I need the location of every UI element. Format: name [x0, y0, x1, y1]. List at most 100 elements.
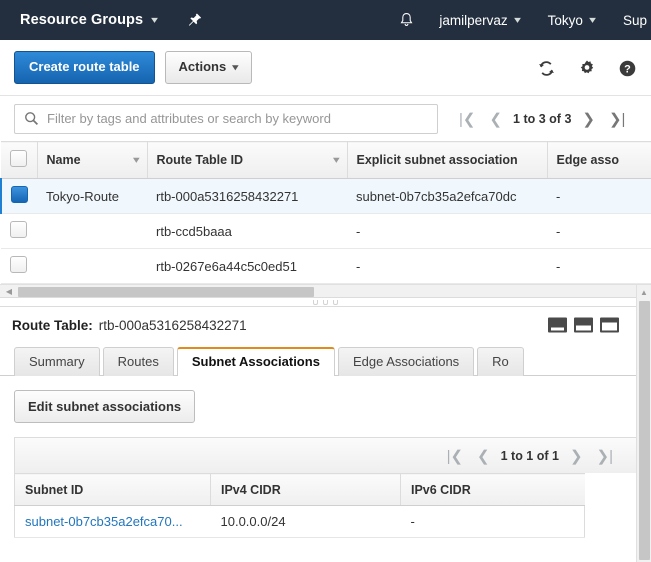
select-all-checkbox[interactable]: [10, 150, 27, 167]
row-select-checkbox[interactable]: [10, 256, 27, 273]
row-select-checkbox[interactable]: [11, 186, 28, 203]
resize-grip-dot: [333, 299, 338, 305]
panel-resize-handle[interactable]: [0, 298, 651, 307]
support-menu[interactable]: Sup: [609, 0, 651, 40]
cell-name: [37, 213, 147, 249]
refresh-icon[interactable]: [537, 59, 556, 78]
cell-route-table-id: rtb-ccd5baaa: [147, 213, 347, 249]
ipv6-cidr-cell: -: [400, 505, 585, 538]
row-checkbox-cell[interactable]: [1, 213, 37, 249]
top-navigation-bar: Resource Groups ▾ jamilpervaz ▾ Tokyo ▾ …: [0, 0, 651, 40]
tab-summary[interactable]: Summary: [14, 347, 100, 376]
row-checkbox-cell[interactable]: [1, 248, 37, 284]
subnet-id-link[interactable]: subnet-0b7cb35a2efca70...: [25, 514, 183, 529]
grid-header-explicit-subnet-association[interactable]: Explicit subnet association: [347, 141, 548, 179]
detail-tabs: Summary Routes Subnet Associations Edge …: [0, 343, 651, 377]
grid-body: Tokyo-Route rtb-000a5316258432271 subnet…: [0, 178, 651, 284]
table-row[interactable]: rtb-ccd5baaa - -: [1, 213, 651, 249]
resource-groups-menu[interactable]: Resource Groups ▾: [20, 12, 159, 28]
inner-pagination-next-button[interactable]: ❯: [563, 447, 590, 465]
region-menu[interactable]: Tokyo ▾: [534, 0, 609, 40]
detail-route-table-id: rtb-000a5316258432271: [98, 317, 247, 333]
nav-left-group: Resource Groups ▾: [0, 12, 202, 28]
pushpin-icon[interactable]: [187, 12, 202, 28]
cell-name: [37, 248, 147, 284]
subnet-id-cell: subnet-0b7cb35a2efca70...: [14, 505, 211, 538]
edit-subnet-associations-button[interactable]: Edit subnet associations: [14, 390, 196, 423]
page-vertical-scrollbar[interactable]: ▲: [636, 285, 651, 562]
route-tables-grid: Name ▾ Route Table ID ▾ Explicit subnet …: [0, 141, 651, 284]
layout-medium-icon[interactable]: [574, 317, 593, 333]
tab-subnet-associations[interactable]: Subnet Associations: [176, 347, 335, 377]
region-menu-label: Tokyo: [547, 12, 583, 28]
user-menu-label: jamilpervaz: [439, 12, 508, 28]
scroll-up-arrow-icon[interactable]: ▲: [637, 285, 651, 299]
subnet-associations-table: Subnet ID IPv4 CIDR IPv6 CIDR subnet-0b7…: [14, 473, 585, 538]
route-tables-grid-wrapper: Name ▾ Route Table ID ▾ Explicit subnet …: [0, 141, 651, 307]
detail-panel-header: Route Table: rtb-000a5316258432271: [0, 307, 651, 343]
tab-route-propagation[interactable]: Ro: [477, 347, 524, 376]
toolbar-icon-group: ?: [537, 40, 637, 96]
pagination-next-button[interactable]: ❯: [575, 110, 602, 128]
pagination-last-button[interactable]: ❯|: [602, 110, 632, 128]
chevron-down-icon: ▾: [151, 14, 159, 26]
tab-routes[interactable]: Routes: [102, 347, 174, 376]
inner-pagination-prev-button[interactable]: ❮: [470, 447, 497, 465]
subnet-table-header-ipv6-cidr: IPv6 CIDR: [400, 473, 585, 506]
grid-horizontal-scrollbar[interactable]: ◀ ▶: [0, 284, 651, 298]
grid-header-edge-association[interactable]: Edge asso: [547, 141, 651, 179]
scroll-left-arrow-icon[interactable]: ◀: [2, 285, 16, 298]
grid-header-name-label: Name: [46, 153, 81, 167]
subnet-table-header-subnet-id: Subnet ID: [14, 473, 211, 506]
search-input[interactable]: Filter by tags and attributes or search …: [14, 103, 438, 134]
subnet-associations-panel: Edit subnet associations |❮ ❮ 1 to 1 of …: [0, 376, 651, 538]
search-icon: [24, 111, 39, 126]
layout-large-icon[interactable]: [600, 317, 619, 333]
layout-small-icon[interactable]: [548, 317, 567, 333]
vertical-scroll-thumb[interactable]: [639, 301, 650, 560]
create-route-table-button[interactable]: Create route table: [14, 51, 155, 84]
inner-pagination-last-button[interactable]: ❯|: [590, 447, 620, 465]
ipv4-cidr-cell: 10.0.0.0/24: [210, 505, 401, 538]
actions-menu-button[interactable]: Actions ▾: [164, 51, 252, 84]
chevron-down-icon: ▾: [232, 61, 239, 72]
support-menu-label: Sup: [622, 12, 647, 28]
pagination-prev-button[interactable]: ❮: [482, 110, 509, 128]
nav-right-group: jamilpervaz ▾ Tokyo ▾ Sup: [388, 0, 651, 40]
gear-icon[interactable]: [578, 59, 596, 77]
search-placeholder: Filter by tags and attributes or search …: [47, 111, 331, 126]
grid-header-select-all[interactable]: [1, 141, 38, 179]
resize-grip-dot: [313, 299, 318, 305]
grid-header-name[interactable]: Name ▾: [37, 141, 148, 179]
grid-header-route-table-id-label: Route Table ID: [156, 153, 244, 167]
list-item: subnet-0b7cb35a2efca70... 10.0.0.0/24 -: [14, 505, 585, 538]
subnet-table-header-ipv4-cidr: IPv4 CIDR: [210, 473, 401, 506]
pagination-first-button[interactable]: |❮: [452, 110, 482, 128]
grid-header-row: Name ▾ Route Table ID ▾ Explicit subnet …: [1, 141, 651, 179]
cell-edge-association: -: [547, 178, 651, 214]
user-menu[interactable]: jamilpervaz ▾: [425, 0, 533, 40]
grid-header-route-table-id[interactable]: Route Table ID ▾: [147, 141, 348, 179]
table-row[interactable]: Tokyo-Route rtb-000a5316258432271 subnet…: [0, 178, 651, 214]
tab-edge-associations[interactable]: Edge Associations: [337, 347, 475, 376]
table-row[interactable]: rtb-0267e6a44c5c0ed51 - -: [1, 248, 651, 284]
layout-toggle-group: [548, 317, 619, 333]
chevron-down-icon: ▾: [133, 154, 140, 165]
cell-explicit-subnet-association: subnet-0b7cb35a2efca70dc: [347, 178, 547, 214]
chevron-down-icon: ▾: [513, 14, 521, 26]
subnet-table-pagination: |❮ ❮ 1 to 1 of 1 ❯ ❯|: [14, 437, 637, 473]
cell-explicit-subnet-association: -: [347, 248, 547, 284]
row-checkbox-cell[interactable]: [0, 178, 37, 214]
pagination-range-label: 1 to 3 of 3: [513, 111, 572, 126]
row-select-checkbox[interactable]: [10, 221, 27, 238]
chevron-down-icon: ▾: [589, 14, 596, 26]
help-icon[interactable]: ?: [618, 59, 637, 78]
grid-pagination: |❮ ❮ 1 to 3 of 3 ❯ ❯|: [452, 110, 632, 128]
svg-text:?: ?: [624, 63, 631, 75]
cell-route-table-id: rtb-000a5316258432271: [147, 178, 347, 214]
inner-pagination-range-label: 1 to 1 of 1: [500, 448, 559, 463]
inner-pagination-first-button[interactable]: |❮: [440, 447, 470, 465]
cell-route-table-id: rtb-0267e6a44c5c0ed51: [147, 248, 347, 284]
notification-bell-icon[interactable]: [388, 0, 425, 40]
horizontal-scroll-thumb[interactable]: [18, 287, 314, 297]
